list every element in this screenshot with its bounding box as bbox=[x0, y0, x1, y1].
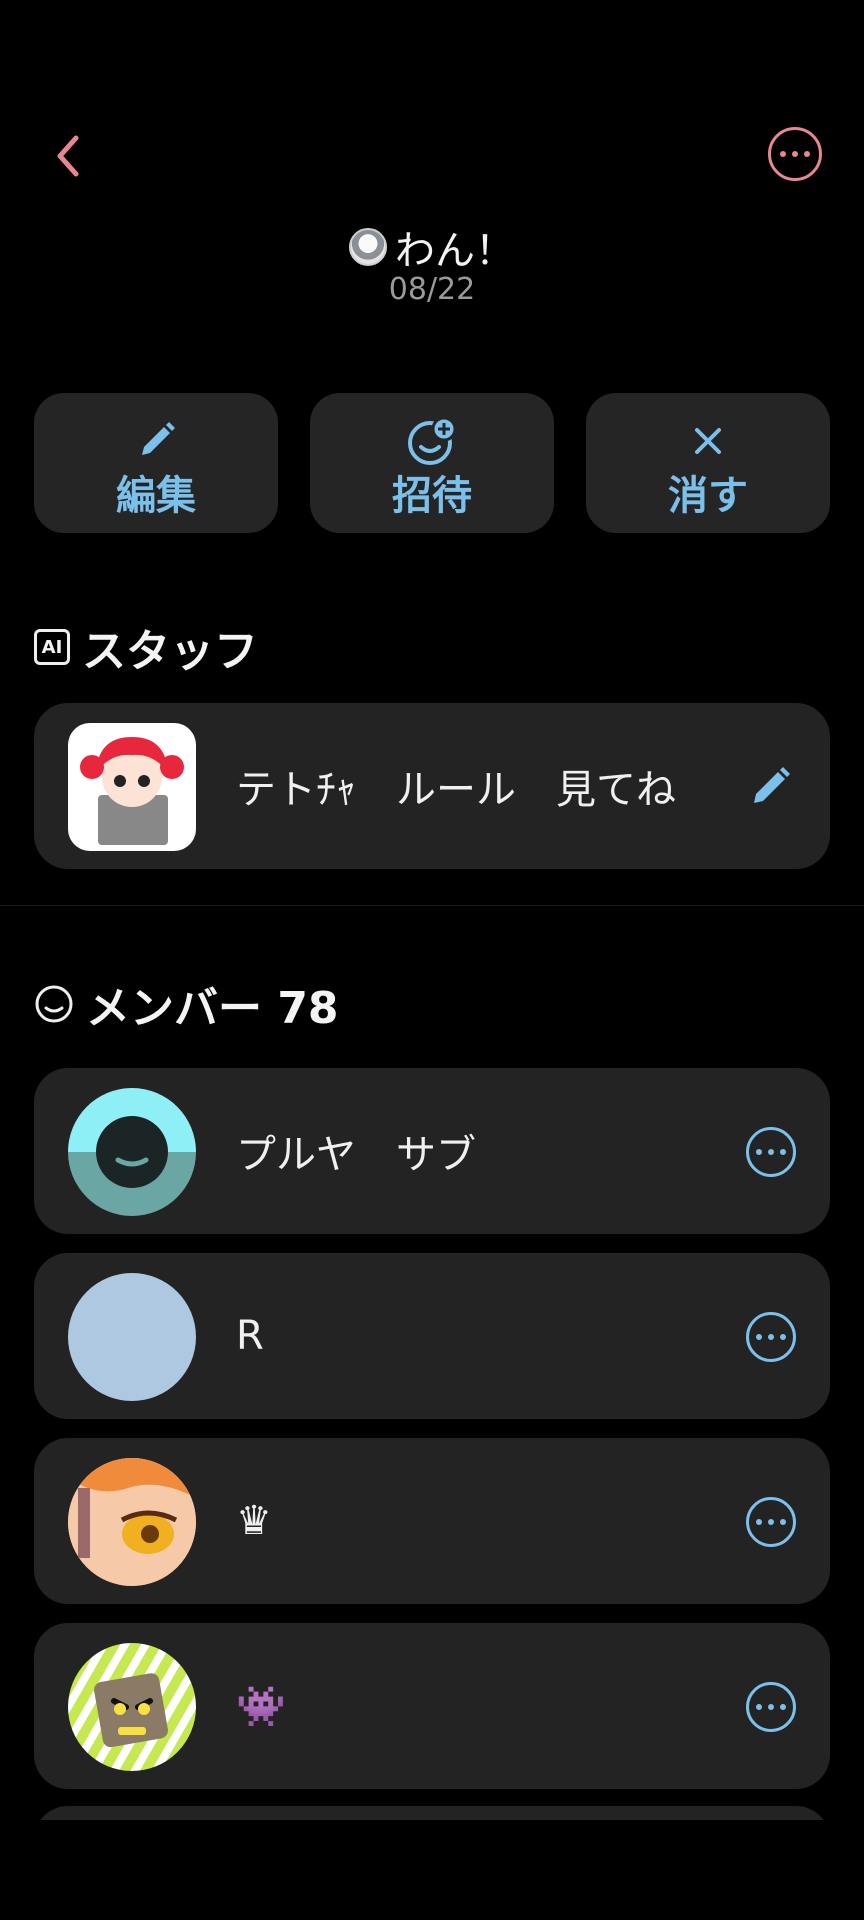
member-row[interactable]: 👾 bbox=[34, 1623, 830, 1789]
section-divider bbox=[0, 905, 864, 906]
member-row[interactable]: ♛ bbox=[34, 1438, 830, 1604]
member-name: R bbox=[236, 1313, 264, 1359]
staff-avatar bbox=[68, 723, 196, 851]
delete-button[interactable]: 消す bbox=[586, 393, 830, 533]
member-avatar bbox=[68, 1458, 196, 1586]
back-button[interactable] bbox=[44, 128, 92, 184]
invite-button[interactable]: 招待 bbox=[310, 393, 554, 533]
member-name: プルヤ サブ bbox=[236, 1132, 476, 1178]
member-avatar bbox=[68, 1273, 196, 1401]
staff-heading-label: スタッフ bbox=[82, 626, 258, 677]
ai-badge-icon: AI bbox=[34, 629, 70, 665]
pencil-icon bbox=[142, 422, 175, 455]
close-icon bbox=[695, 428, 721, 454]
page-title: わん！ bbox=[0, 218, 864, 276]
member-name: 👾 bbox=[236, 1683, 286, 1730]
pencil-icon[interactable] bbox=[748, 763, 794, 809]
staff-heading: AI スタッフ bbox=[34, 615, 258, 679]
more-options-button[interactable] bbox=[768, 127, 822, 181]
face-icon bbox=[35, 985, 73, 1023]
more-horizontal-icon bbox=[756, 1149, 786, 1155]
members-heading: メンバー 78 bbox=[34, 972, 339, 1036]
more-horizontal-icon bbox=[756, 1519, 786, 1525]
staff-card[interactable]: テトﾁｬ ルール 見てね bbox=[34, 703, 830, 869]
group-title: わん！ bbox=[395, 228, 515, 274]
members-heading-label: メンバー 78 bbox=[86, 983, 339, 1034]
member-more-button[interactable] bbox=[746, 1312, 796, 1362]
member-avatar bbox=[68, 1643, 196, 1771]
more-horizontal-icon bbox=[756, 1334, 786, 1340]
member-more-button[interactable] bbox=[746, 1127, 796, 1177]
member-row[interactable]: R bbox=[34, 1253, 830, 1419]
member-row-partial bbox=[34, 1806, 830, 1820]
member-row[interactable]: プルヤ サブ bbox=[34, 1068, 830, 1234]
group-date: 08/22 bbox=[388, 272, 476, 307]
member-avatar bbox=[68, 1088, 196, 1216]
edit-button[interactable]: 編集 bbox=[34, 393, 278, 533]
add-face-icon bbox=[408, 416, 457, 465]
member-more-button[interactable] bbox=[746, 1497, 796, 1547]
delete-label: 消す bbox=[668, 473, 748, 519]
more-horizontal-icon bbox=[780, 151, 810, 157]
chevron-left-icon bbox=[57, 135, 79, 177]
group-avatar bbox=[349, 228, 387, 266]
member-more-button[interactable] bbox=[746, 1682, 796, 1732]
edit-label: 編集 bbox=[116, 473, 196, 519]
invite-label: 招待 bbox=[392, 473, 472, 519]
member-name: ♛ bbox=[236, 1498, 272, 1544]
more-horizontal-icon bbox=[756, 1704, 786, 1710]
staff-name: テトﾁｬ ルール 見てね bbox=[236, 767, 676, 813]
